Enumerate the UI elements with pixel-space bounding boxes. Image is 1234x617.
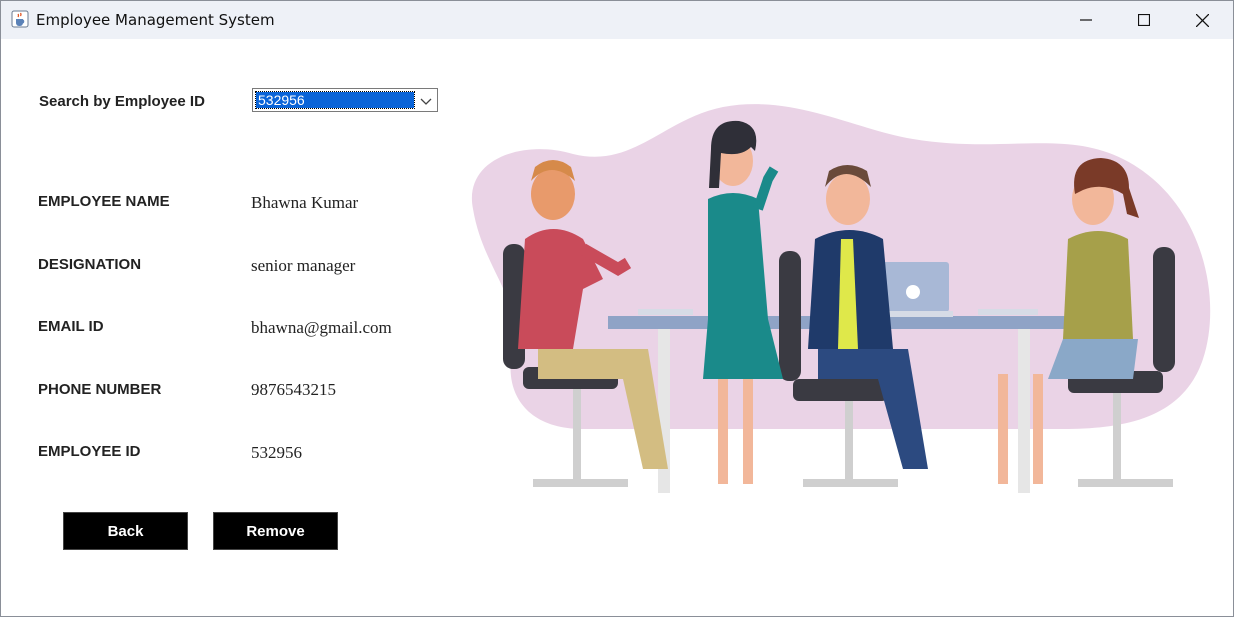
window-title: Employee Management System [36, 11, 275, 29]
employee-name-label: EMPLOYEE NAME [38, 193, 170, 210]
employee-id-label: EMPLOYEE ID [38, 443, 141, 460]
remove-button[interactable]: Remove [213, 512, 338, 550]
chevron-down-icon [420, 98, 432, 105]
title-bar: Employee Management System [1, 1, 1233, 39]
designation-label: DESIGNATION [38, 256, 142, 273]
close-icon [1195, 13, 1209, 27]
employee-id-value: 532956 [251, 443, 302, 462]
employee-id-selected-value: 532956 [255, 91, 415, 109]
office-meeting-illustration [471, 104, 1211, 493]
search-label: Search by Employee ID [39, 93, 205, 110]
java-cup-icon [11, 10, 29, 28]
maximize-button[interactable] [1115, 1, 1173, 39]
minimize-icon [1080, 19, 1092, 21]
employee-id-select[interactable]: 532956 [252, 88, 438, 112]
employee-name-value: Bhawna Kumar [251, 193, 359, 212]
email-value: bhawna@gmail.com [251, 318, 392, 337]
phone-label: PHONE NUMBER [38, 381, 162, 398]
maximize-icon [1138, 14, 1150, 26]
phone-value: 9876543215 [251, 380, 336, 399]
minimize-button[interactable] [1057, 1, 1115, 39]
close-button[interactable] [1173, 1, 1231, 39]
designation-value: senior manager [251, 256, 356, 275]
email-label: EMAIL ID [38, 318, 104, 335]
back-button[interactable]: Back [63, 512, 188, 550]
app-window: Employee Management System Search by Emp… [0, 0, 1234, 617]
